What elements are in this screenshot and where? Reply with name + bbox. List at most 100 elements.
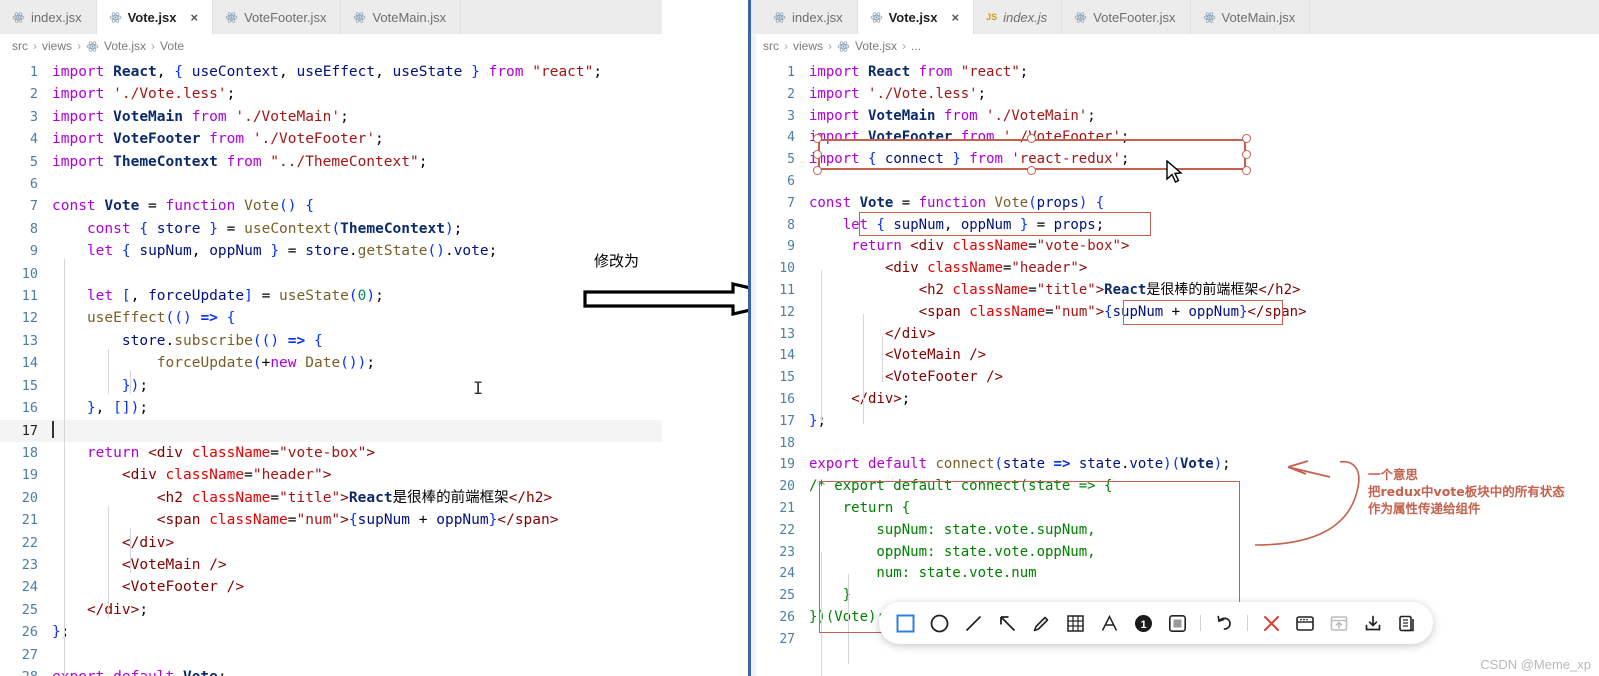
undo-button[interactable] <box>1208 607 1240 639</box>
code-line[interactable]: 9 let { supNum, oppNum } = store.getStat… <box>0 240 662 262</box>
code-line[interactable]: 17}; <box>751 411 1599 433</box>
download-button[interactable] <box>1357 607 1389 639</box>
code-line[interactable]: 6 <box>0 173 662 195</box>
code-line[interactable]: 17 <box>0 419 662 442</box>
pen-tool-button[interactable] <box>1025 607 1057 639</box>
code-line[interactable]: 7 const Vote = function Vote() { <box>0 195 662 217</box>
code-line[interactable]: 10 <div className="header"> <box>751 258 1599 280</box>
code-line[interactable]: 1 import React from "react"; <box>751 62 1599 84</box>
breadcrumb-item[interactable]: Vote <box>160 39 184 53</box>
code-line[interactable]: 15 }); <box>0 375 662 397</box>
code-line[interactable]: 4 import VoteFooter from './VoteFooter'; <box>0 128 662 150</box>
tab-close-icon[interactable]: × <box>951 10 959 25</box>
tab-vote-jsx[interactable]: Vote.jsx × <box>857 0 975 34</box>
rectangle-tool-button[interactable] <box>889 607 921 639</box>
tab-close-icon[interactable]: × <box>190 10 198 25</box>
upload-icon <box>1330 615 1348 631</box>
code-line[interactable]: 15 <VoteFooter /> <box>751 367 1599 389</box>
tab-index-jsx[interactable]: index.jsx <box>761 0 858 34</box>
code-line[interactable]: 13 store.subscribe(() => { <box>0 330 662 352</box>
code-line[interactable]: 10 <box>0 263 662 285</box>
code-line[interactable]: 3 import VoteMain from './VoteMain'; <box>0 106 662 128</box>
code-line[interactable]: 16 </div>; <box>751 389 1599 411</box>
breadcrumb-item[interactable]: ... <box>911 39 921 53</box>
upload-button[interactable] <box>1323 607 1355 639</box>
mosaic-tool-button[interactable] <box>1059 607 1091 639</box>
code-line[interactable]: 9 return <div className="vote-box"> <box>751 236 1599 258</box>
code-line[interactable]: 22 supNum: state.vote.supNum, <box>751 520 1599 542</box>
close-button[interactable] <box>1255 607 1287 639</box>
pin-window-button[interactable] <box>1289 607 1321 639</box>
line-number: 10 <box>779 261 795 277</box>
tab-votemain-jsx[interactable]: VoteMain.jsx <box>1190 0 1311 34</box>
code-line[interactable]: 16 }, []); <box>0 397 662 419</box>
screenshot-toolbar[interactable]: 1 <box>879 602 1433 644</box>
grid-icon <box>1066 614 1084 632</box>
code-line[interactable]: 3 import VoteMain from './VoteMain'; <box>751 106 1599 128</box>
code-line[interactable]: 4 import VoteFooter from './VoteFooter'; <box>751 127 1599 149</box>
code-line[interactable]: 13 </div> <box>751 324 1599 346</box>
breadcrumb-item[interactable]: Vote.jsx <box>104 39 146 53</box>
code-line[interactable]: 28export default Vote; <box>0 666 662 676</box>
code-line[interactable]: 14 forceUpdate(+new Date()); <box>0 352 662 374</box>
breadcrumb-separator: › <box>151 39 156 53</box>
breadcrumb-item[interactable]: views <box>42 39 72 53</box>
code-line[interactable]: 11 <h2 className="title">React是很棒的前端框架</… <box>751 280 1599 302</box>
code-line[interactable]: 5 import ThemeContext from "../ThemeConte… <box>0 151 662 173</box>
tab-index-jsx[interactable]: index.jsx <box>0 0 97 34</box>
line-number: 17 <box>779 413 795 429</box>
code-line[interactable]: 12 useEffect(() => { <box>0 307 662 329</box>
react-icon <box>225 11 238 23</box>
code-line[interactable]: 8 const { store } = useContext(ThemeCont… <box>0 218 662 240</box>
copy-icon <box>1399 615 1414 631</box>
code-line[interactable]: 12 <span className="num">{supNum + oppNu… <box>751 302 1599 324</box>
tab-votemain-jsx[interactable]: VoteMain.jsx <box>341 0 462 34</box>
tab-votefooter-jsx[interactable]: VoteFooter.jsx <box>213 0 342 34</box>
indent-guide <box>848 574 849 664</box>
code-line[interactable]: 14 <VoteMain /> <box>751 345 1599 367</box>
line-number: 20 <box>21 489 38 506</box>
code-line[interactable]: 18 <box>751 433 1599 455</box>
code-line[interactable]: 2 import './Vote.less'; <box>751 84 1599 106</box>
code-line[interactable]: 18 return <div className="vote-box"> <box>0 442 662 464</box>
breadcrumb-item[interactable]: src <box>763 39 779 53</box>
code-line[interactable]: 7 const Vote = function Vote(props) { <box>751 193 1599 215</box>
tab-label: Vote.jsx <box>888 9 938 25</box>
blur-tool-button[interactable] <box>1161 607 1193 639</box>
tab-vote-jsx[interactable]: Vote.jsx × <box>96 0 214 34</box>
code-text: <span className="num">{supNum + oppNum}<… <box>156 512 559 529</box>
code-line[interactable]: 19 <div className="header"> <box>0 464 662 486</box>
line-tool-button[interactable] <box>957 607 989 639</box>
code-line[interactable]: 25 </div>; <box>0 599 662 621</box>
code-line[interactable]: 23 oppNum: state.vote.oppNum, <box>751 542 1599 564</box>
code-line[interactable]: 11 let [, forceUpdate] = useState(0); <box>0 285 662 307</box>
step-number-tool-button[interactable]: 1 <box>1127 607 1159 639</box>
code-line[interactable]: 24 num: state.vote.num <box>751 563 1599 585</box>
code-text: <div className="header"> <box>884 260 1088 277</box>
text-tool-button[interactable] <box>1093 607 1125 639</box>
breadcrumb-item[interactable]: views <box>793 39 823 53</box>
right-code-area[interactable]: 1 import React from "react"; 2 import './Vo… <box>751 58 1599 676</box>
code-line[interactable]: 26}; <box>0 621 662 643</box>
code-line[interactable]: 23 <VoteMain /> <box>0 554 662 576</box>
copy-button[interactable] <box>1391 607 1423 639</box>
ellipse-tool-button[interactable] <box>923 607 955 639</box>
line-number: 26 <box>21 624 38 641</box>
breadcrumb-item[interactable]: src <box>12 39 28 53</box>
code-line[interactable]: 1 import React, { useContext, useEffect, … <box>0 61 662 83</box>
code-line[interactable]: 24 <VoteFooter /> <box>0 576 662 598</box>
tab-index-js[interactable]: JS index.js <box>974 0 1063 34</box>
code-line[interactable]: 8 let { supNum, oppNum } = props; <box>751 215 1599 237</box>
left-code-area[interactable]: 1 import React, { useContext, useEffect, … <box>0 58 662 676</box>
code-line[interactable]: 2 import './Vote.less'; <box>0 83 662 105</box>
code-line[interactable]: 20 <h2 className="title">React是很棒的前端框架</… <box>0 487 662 509</box>
rectangle-icon <box>896 614 914 632</box>
tab-votefooter-jsx[interactable]: VoteFooter.jsx <box>1062 0 1191 34</box>
code-line[interactable]: 22 </div> <box>0 532 662 554</box>
code-line[interactable]: 21 <span className="num">{supNum + oppNu… <box>0 509 662 531</box>
code-line[interactable]: 27 <box>0 644 662 666</box>
breadcrumb-item[interactable]: Vote.jsx <box>855 39 897 53</box>
indent-guide <box>821 270 822 423</box>
indent-guide <box>130 371 131 394</box>
arrow-tool-button[interactable] <box>991 607 1023 639</box>
